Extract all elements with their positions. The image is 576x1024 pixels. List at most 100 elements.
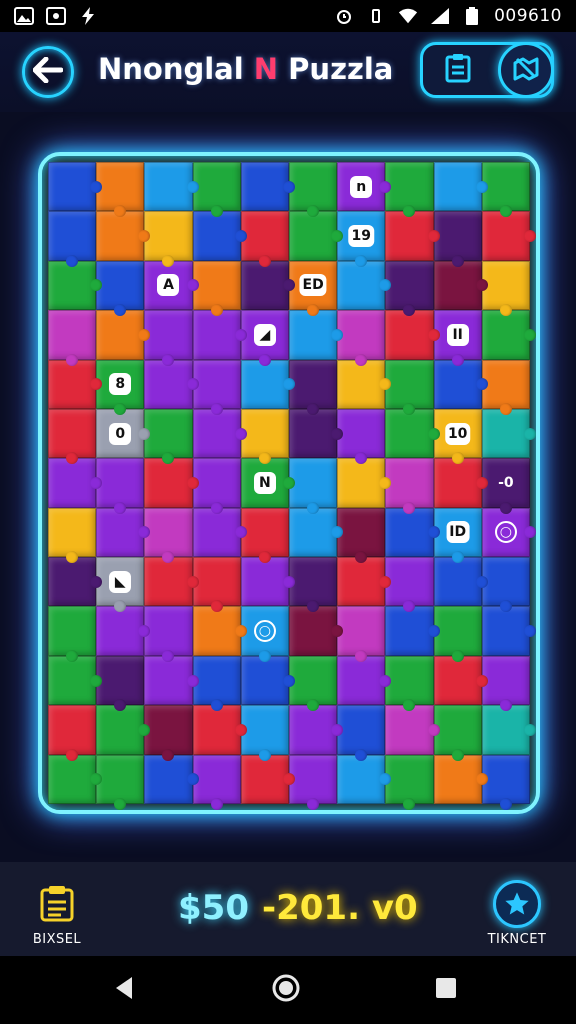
puzzle-piece[interactable] (48, 162, 103, 212)
puzzle-piece[interactable] (240, 754, 296, 804)
puzzle-piece[interactable] (192, 606, 248, 656)
puzzle-piece[interactable] (48, 655, 103, 706)
puzzle-piece[interactable] (385, 557, 434, 613)
puzzle-piece[interactable] (144, 754, 199, 804)
puzzle-piece[interactable] (289, 458, 338, 515)
puzzle-piece[interactable] (240, 507, 289, 564)
puzzle-piece[interactable] (144, 162, 199, 212)
puzzle-piece[interactable] (481, 705, 536, 755)
puzzle-piece[interactable] (144, 310, 193, 366)
puzzle-piece[interactable] (144, 557, 199, 607)
puzzle-piece[interactable] (289, 408, 344, 459)
puzzle-piece[interactable]: ○ (240, 606, 289, 663)
puzzle-piece[interactable]: -0 (481, 458, 530, 515)
puzzle-piece[interactable] (144, 705, 193, 762)
puzzle-piece[interactable] (192, 162, 241, 218)
puzzle-piece[interactable] (337, 754, 392, 804)
puzzle-piece[interactable] (481, 557, 530, 613)
nav-back-button[interactable] (108, 974, 140, 1006)
puzzle-piece[interactable] (96, 260, 145, 317)
puzzle-piece[interactable] (289, 705, 344, 755)
puzzle-piece[interactable] (240, 260, 296, 311)
puzzle-piece[interactable]: ID (433, 507, 482, 564)
puzzle-piece[interactable] (337, 705, 386, 762)
puzzle-piece[interactable]: ◢ (240, 310, 289, 366)
nav-recents-button[interactable] (430, 974, 462, 1006)
puzzle-piece[interactable] (385, 507, 440, 558)
puzzle-piece[interactable] (289, 211, 344, 261)
puzzle-piece[interactable] (96, 162, 145, 218)
puzzle-piece[interactable] (481, 260, 530, 317)
puzzle-piece[interactable] (337, 408, 386, 465)
clipboard-button[interactable] (435, 53, 481, 87)
puzzle-piece[interactable] (385, 310, 440, 360)
puzzle-piece[interactable] (240, 655, 296, 706)
puzzle-piece[interactable] (337, 606, 386, 663)
puzzle-piece[interactable] (289, 507, 344, 558)
puzzle-piece[interactable] (48, 359, 103, 409)
puzzle-piece[interactable] (240, 408, 289, 465)
puzzle-piece[interactable] (433, 705, 482, 762)
puzzle-piece[interactable] (192, 310, 248, 360)
map-button[interactable] (498, 42, 554, 98)
puzzle-piece[interactable] (385, 162, 434, 218)
puzzle-piece[interactable] (144, 359, 199, 409)
puzzle-piece[interactable] (48, 507, 97, 564)
puzzle-piece[interactable] (192, 211, 248, 261)
puzzle-piece[interactable] (481, 606, 536, 656)
puzzle-piece[interactable]: ED (289, 260, 338, 317)
puzzle-piece[interactable] (289, 557, 338, 613)
puzzle-piece[interactable] (240, 705, 289, 762)
puzzle-piece[interactable]: ○ (481, 507, 536, 558)
puzzle-piece[interactable] (481, 655, 530, 712)
puzzle-piece[interactable] (433, 557, 489, 607)
puzzle-piece[interactable] (48, 211, 97, 268)
puzzle-piece[interactable] (433, 606, 482, 663)
puzzle-piece[interactable] (240, 557, 296, 607)
puzzle-piece[interactable] (240, 359, 296, 409)
puzzle-piece[interactable] (96, 310, 151, 360)
puzzle-piece[interactable] (337, 310, 386, 366)
puzzle-piece[interactable] (96, 507, 151, 558)
puzzle-piece[interactable] (96, 754, 145, 810)
puzzle-piece[interactable] (385, 211, 440, 261)
puzzle-piece[interactable] (96, 655, 145, 712)
puzzle-piece[interactable] (385, 655, 434, 712)
bixsel-button[interactable]: BIXSEL (22, 884, 92, 947)
puzzle-piece[interactable] (337, 458, 392, 508)
puzzle-piece[interactable] (144, 211, 193, 268)
puzzle-piece[interactable] (385, 359, 434, 416)
puzzle-piece[interactable] (385, 458, 434, 515)
puzzle-piece[interactable] (192, 655, 241, 712)
puzzle-piece[interactable]: II (433, 310, 482, 366)
puzzle-piece[interactable] (289, 606, 344, 656)
puzzle-piece[interactable]: A (144, 260, 199, 311)
puzzle-piece[interactable] (481, 754, 530, 810)
puzzle-piece[interactable] (240, 211, 289, 268)
puzzle-piece[interactable] (433, 754, 489, 804)
puzzle-piece[interactable] (433, 458, 489, 508)
puzzle-piece[interactable] (481, 359, 530, 416)
puzzle-piece[interactable] (48, 557, 103, 607)
puzzle-piece[interactable] (192, 359, 241, 416)
puzzle-piece[interactable] (192, 408, 248, 459)
puzzle-piece[interactable] (433, 359, 489, 409)
puzzle-piece[interactable] (337, 507, 386, 564)
puzzle-piece[interactable] (96, 705, 151, 755)
puzzle-piece[interactable] (433, 655, 489, 706)
puzzle-piece[interactable]: N (240, 458, 296, 508)
back-button[interactable] (22, 46, 74, 98)
puzzle-piece[interactable] (289, 754, 338, 810)
puzzle-piece[interactable] (385, 705, 440, 755)
puzzle-piece[interactable] (96, 606, 151, 656)
puzzle-piece[interactable] (192, 507, 248, 558)
puzzle-piece[interactable] (337, 557, 392, 607)
puzzle-piece[interactable] (48, 408, 97, 465)
puzzle-piece[interactable] (337, 260, 392, 311)
puzzle-piece[interactable] (48, 458, 103, 508)
puzzle-piece[interactable] (144, 408, 193, 465)
puzzle-piece[interactable] (240, 162, 296, 212)
puzzle-piece[interactable] (144, 606, 193, 663)
puzzle-piece[interactable]: 0 (96, 408, 151, 459)
puzzle-piece[interactable] (48, 705, 97, 762)
